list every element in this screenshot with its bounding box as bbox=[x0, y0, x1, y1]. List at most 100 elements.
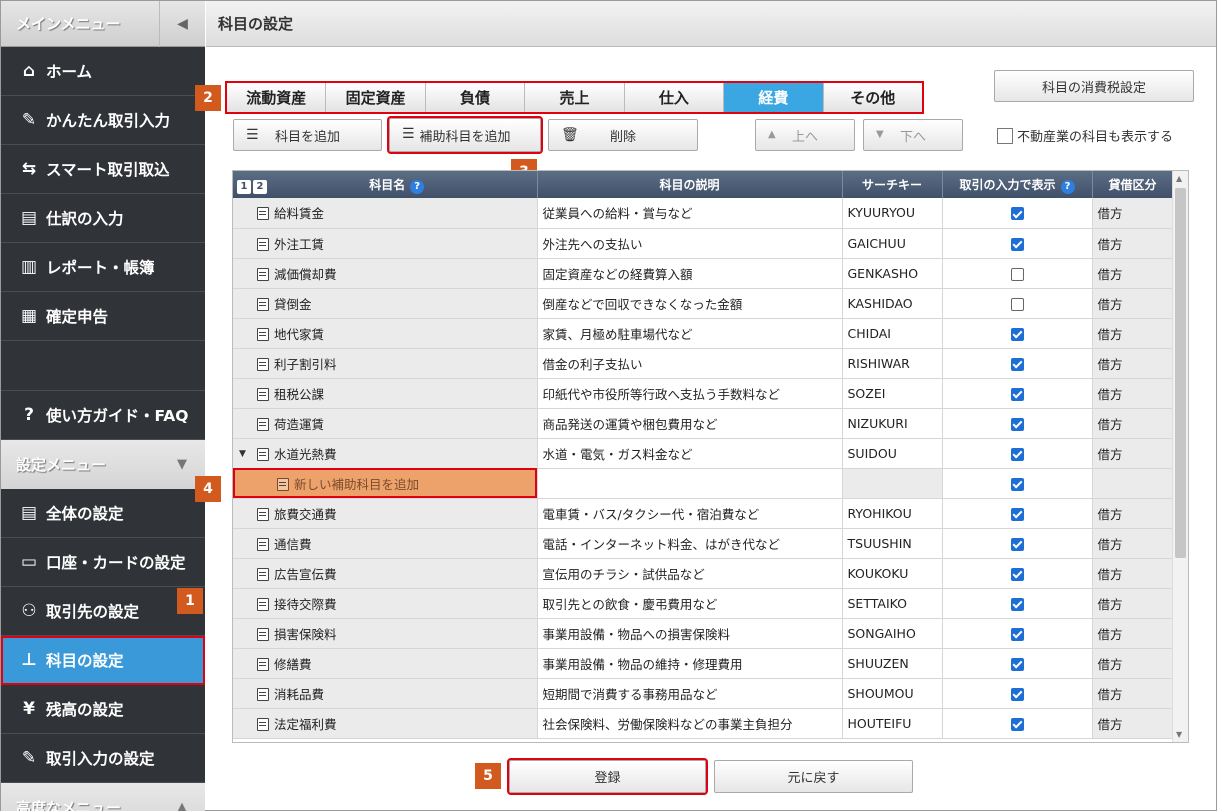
show-in-entry-checkbox[interactable] bbox=[1010, 687, 1024, 701]
account-name-cell[interactable]: 消耗品費 bbox=[233, 678, 538, 709]
sidebar-item-journal[interactable]: ▤ 仕訳の入力 bbox=[1, 194, 205, 243]
search-key-cell[interactable]: RISHIWAR bbox=[842, 348, 943, 379]
show-in-entry-checkbox[interactable] bbox=[1010, 267, 1024, 281]
sidebar-item-general-settings[interactable]: ▤ 全体の設定 bbox=[1, 489, 205, 538]
show-realestate-toggle[interactable]: 不動産業の科目も表示する bbox=[997, 126, 1173, 145]
sidebar-item-easy-entry[interactable]: ✎ かんたん取引入力 bbox=[1, 96, 205, 145]
show-realestate-checkbox[interactable] bbox=[997, 127, 1013, 144]
tab-current-assets[interactable]: 流動資産 bbox=[227, 83, 327, 112]
move-down-button[interactable]: ▼ 下へ bbox=[863, 119, 963, 151]
sidebar-item-entry-settings[interactable]: ✎ 取引入力の設定 bbox=[1, 734, 205, 783]
account-name-cell[interactable]: 法定福利費 bbox=[233, 708, 538, 739]
search-key-cell[interactable]: TSUUSHIN bbox=[842, 528, 943, 559]
search-key-cell[interactable]: SONGAIHO bbox=[842, 618, 943, 649]
description-cell[interactable]: 電車賃・バス/タクシー代・宿泊費など bbox=[537, 498, 843, 529]
table-row[interactable]: 外注工賃 外注先への支払い GAICHUU 借方 bbox=[233, 228, 1174, 259]
description-cell[interactable]: 水道・電気・ガス料金など bbox=[537, 438, 843, 469]
account-name-cell[interactable]: 通信費 bbox=[233, 528, 538, 559]
description-cell[interactable]: 事業用設備・物品の維持・修理費用 bbox=[537, 648, 843, 679]
search-key-cell[interactable]: CHIDAI bbox=[842, 318, 943, 349]
description-cell[interactable]: 短期間で消費する事務用品など bbox=[537, 678, 843, 709]
search-key-cell[interactable]: RYOHIKOU bbox=[842, 498, 943, 529]
show-in-entry-checkbox[interactable] bbox=[1010, 417, 1024, 431]
table-row[interactable]: 貸倒金 倒産などで回収できなくなった金額 KASHIDAO 借方 bbox=[233, 288, 1174, 319]
account-name-cell[interactable]: 旅費交通費 bbox=[233, 498, 538, 529]
table-row[interactable]: 広告宣伝費 宣伝用のチラシ・試供品など KOUKOKU 借方 bbox=[233, 558, 1174, 589]
collapse-menu-button[interactable]: ◀ bbox=[159, 1, 205, 47]
show-in-entry-checkbox[interactable] bbox=[1010, 297, 1024, 311]
description-cell[interactable]: 宣伝用のチラシ・試供品など bbox=[537, 558, 843, 589]
account-name-cell[interactable]: 貸倒金 bbox=[233, 288, 538, 319]
account-name-cell[interactable]: ▼ 水道光熱費 bbox=[233, 438, 538, 469]
account-name-cell[interactable]: 給料賃金 bbox=[233, 198, 538, 229]
show-in-entry-checkbox[interactable] bbox=[1010, 387, 1024, 401]
tax-setting-button[interactable]: 科目の消費税設定 bbox=[994, 70, 1194, 102]
sidebar-item-reports[interactable]: ▥ レポート・帳簿 bbox=[1, 243, 205, 292]
sidebar-item-balance-settings[interactable]: ¥ 残高の設定 bbox=[1, 685, 205, 734]
account-name-cell[interactable]: 地代家賃 bbox=[233, 318, 538, 349]
account-name-cell[interactable]: 新しい補助科目を追加 bbox=[233, 468, 538, 499]
search-key-cell[interactable]: KOUKOKU bbox=[842, 558, 943, 589]
description-cell[interactable]: 借金の利子支払い bbox=[537, 348, 843, 379]
show-in-entry-checkbox[interactable] bbox=[1010, 597, 1024, 611]
tab-purchases[interactable]: 仕入 bbox=[624, 83, 725, 112]
table-row[interactable]: 接待交際費 取引先との飲食・慶弔費用など SETTAIKO 借方 bbox=[233, 588, 1174, 619]
table-row[interactable]: 通信費 電話・インターネット料金、はがき代など TSUUSHIN 借方 bbox=[233, 528, 1174, 559]
account-name-cell[interactable]: 接待交際費 bbox=[233, 588, 538, 619]
search-key-cell[interactable]: SUIDOU bbox=[842, 438, 943, 469]
show-in-entry-checkbox[interactable] bbox=[1010, 237, 1024, 251]
search-key-cell[interactable]: SHOUMOU bbox=[842, 678, 943, 709]
search-key-cell[interactable]: KASHIDAO bbox=[842, 288, 943, 319]
show-in-entry-checkbox[interactable] bbox=[1010, 567, 1024, 581]
add-account-button[interactable]: ☰ 科目を追加 bbox=[233, 119, 382, 151]
show-in-entry-checkbox[interactable] bbox=[1010, 717, 1024, 731]
account-name-cell[interactable]: 利子割引料 bbox=[233, 348, 538, 379]
page-2-button[interactable]: 2 bbox=[253, 179, 267, 194]
settings-menu-header[interactable]: 設定メニュー ▼ bbox=[1, 440, 205, 489]
tab-expenses[interactable]: 経費 bbox=[724, 83, 824, 112]
tab-liabilities[interactable]: 負債 bbox=[425, 83, 526, 112]
search-key-cell[interactable]: SETTAIKO bbox=[842, 588, 943, 619]
show-in-entry-checkbox[interactable] bbox=[1010, 357, 1024, 371]
register-button[interactable]: 登録 bbox=[507, 758, 708, 795]
tab-fixed-assets[interactable]: 固定資産 bbox=[326, 83, 426, 112]
show-in-entry-checkbox[interactable] bbox=[1010, 447, 1024, 461]
vertical-scrollbar[interactable]: ▲ ▼ bbox=[1172, 171, 1188, 742]
account-name-cell[interactable]: 損害保険料 bbox=[233, 618, 538, 649]
show-in-entry-checkbox[interactable] bbox=[1010, 537, 1024, 551]
description-cell[interactable]: 取引先との飲食・慶弔費用など bbox=[537, 588, 843, 619]
table-row[interactable]: ▼ 水道光熱費 水道・電気・ガス料金など SUIDOU 借方 bbox=[233, 438, 1174, 469]
description-cell[interactable]: 印紙代や市役所等行政へ支払う手数料など bbox=[537, 378, 843, 409]
tab-other[interactable]: その他 bbox=[823, 83, 922, 112]
description-cell[interactable] bbox=[537, 468, 843, 499]
show-in-entry-checkbox[interactable] bbox=[1010, 327, 1024, 341]
table-row[interactable]: 利子割引料 借金の利子支払い RISHIWAR 借方 bbox=[233, 348, 1174, 379]
advanced-menu-header[interactable]: 高度なメニュー ▲ bbox=[1, 783, 205, 811]
search-key-cell[interactable] bbox=[842, 468, 943, 499]
expand-toggle-icon[interactable]: ▼ bbox=[239, 449, 246, 459]
page-1-button[interactable]: 1 bbox=[237, 179, 251, 194]
search-key-cell[interactable]: GAICHUU bbox=[842, 228, 943, 259]
revert-button[interactable]: 元に戻す bbox=[714, 760, 913, 793]
sidebar-item-card-settings[interactable]: ▭ 口座・カードの設定 bbox=[1, 538, 205, 587]
show-in-entry-checkbox[interactable] bbox=[1010, 657, 1024, 671]
scroll-up-icon[interactable]: ▲ bbox=[1176, 174, 1182, 183]
scroll-thumb[interactable] bbox=[1175, 188, 1186, 558]
help-icon[interactable]: ? bbox=[1060, 179, 1075, 194]
account-name-cell[interactable]: 修繕費 bbox=[233, 648, 538, 679]
description-cell[interactable]: 従業員への給料・賞与など bbox=[537, 198, 843, 229]
description-cell[interactable]: 家賃、月極め駐車場代など bbox=[537, 318, 843, 349]
table-row[interactable]: 旅費交通費 電車賃・バス/タクシー代・宿泊費など RYOHIKOU 借方 bbox=[233, 498, 1174, 529]
table-row[interactable]: 損害保険料 事業用設備・物品への損害保険料 SONGAIHO 借方 bbox=[233, 618, 1174, 649]
search-key-cell[interactable]: NIZUKURI bbox=[842, 408, 943, 439]
delete-button[interactable]: 🗑 削除 bbox=[548, 119, 698, 151]
scroll-down-icon[interactable]: ▼ bbox=[1176, 730, 1182, 739]
table-row[interactable]: 減価償却費 固定資産などの経費算入額 GENKASHO 借方 bbox=[233, 258, 1174, 289]
description-cell[interactable]: 商品発送の運賃や梱包費用など bbox=[537, 408, 843, 439]
sidebar-item-partner-settings[interactable]: ⚇ 取引先の設定 bbox=[1, 587, 205, 636]
help-icon[interactable]: ? bbox=[410, 179, 425, 194]
description-cell[interactable]: 固定資産などの経費算入額 bbox=[537, 258, 843, 289]
sidebar-item-smart-import[interactable]: ⇆ スマート取引取込 bbox=[1, 145, 205, 194]
account-name-cell[interactable]: 荷造運賃 bbox=[233, 408, 538, 439]
show-in-entry-checkbox[interactable] bbox=[1010, 627, 1024, 641]
